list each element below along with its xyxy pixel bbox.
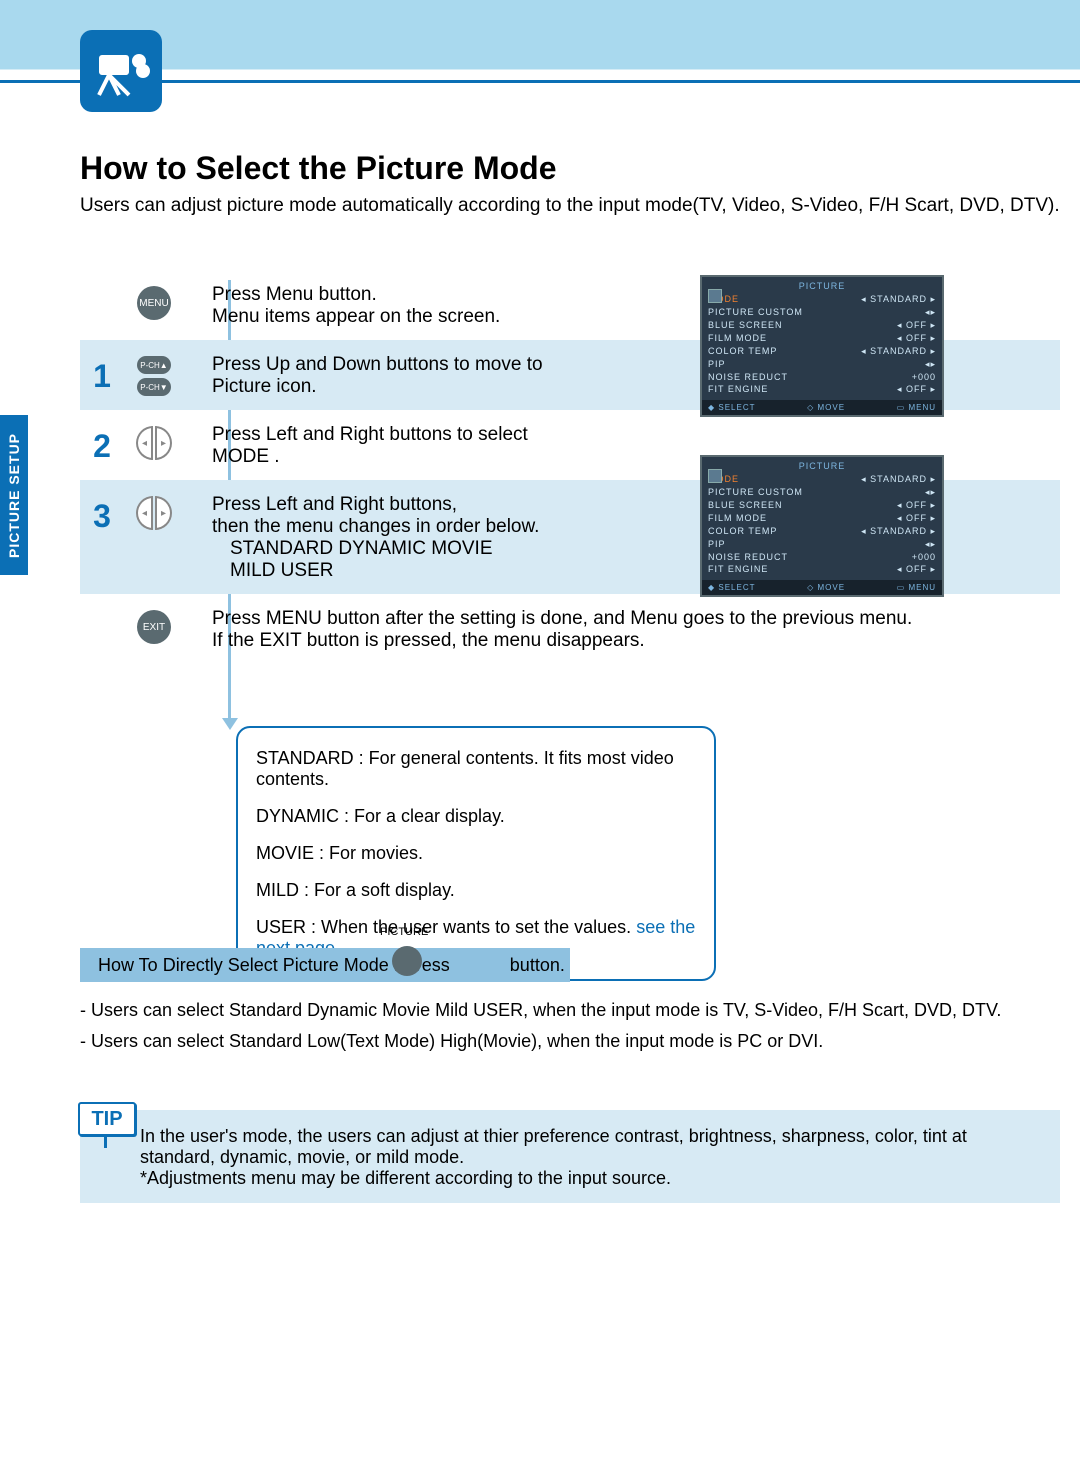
left-right-icon: ◂▸ [136, 496, 172, 530]
left-right-icon: ◂▸ [136, 426, 172, 460]
page-subtitle: Users can adjust picture mode automatica… [80, 195, 1070, 217]
pch-up-icon: P-CH▲ [137, 356, 171, 374]
desc-standard: STANDARD : For general contents. It fits… [256, 748, 696, 790]
side-tab-picture-setup: PICTURE SETUP [0, 415, 28, 575]
camera-icon [80, 30, 162, 112]
osd-panel-2: PICTUREMODE◂ STANDARD ▸PICTURE CUSTOM◂▸B… [700, 455, 944, 597]
desc-dynamic: DYNAMIC : For a clear display. [256, 806, 696, 827]
mode-description-box: STANDARD : For general contents. It fits… [236, 726, 716, 981]
step-2-text1: Press Left and Right buttons to select [212, 424, 1060, 446]
picture-button-label: PICTURE [380, 926, 428, 938]
pch-down-icon: P-CH▼ [137, 378, 171, 396]
step-3-number: 3 [80, 492, 124, 535]
tip-badge-stem [104, 1136, 107, 1148]
desc-movie: MOVIE : For movies. [256, 843, 696, 864]
direct-text-b: button. [510, 955, 565, 976]
step-exit-text2: If the EXIT button is pressed, the menu … [212, 630, 1060, 652]
step-1-number: 1 [80, 352, 124, 395]
desc-mild: MILD : For a soft display. [256, 880, 696, 901]
step-2-number: 2 [80, 422, 124, 465]
desc-user: USER : When the user wants to set the va… [256, 917, 636, 937]
tip-block: In the user's mode, the users can adjust… [80, 1110, 1060, 1203]
direct-select-bar: PICTURE How To Directly Select Picture M… [80, 948, 1060, 982]
flow-arrow-icon [222, 718, 238, 730]
direct-select-band: How To Directly Select Picture Mode : Pr… [80, 948, 570, 982]
osd-panel-1: PICTUREMODE◂ STANDARD ▸PICTURE CUSTOM◂▸B… [700, 275, 944, 417]
header-rule [0, 80, 1080, 83]
menu-button-icon: MENU [137, 286, 171, 320]
note-1: - Users can select Standard Dynamic Movi… [92, 1000, 1060, 1021]
tip-line-1: In the user's mode, the users can adjust… [140, 1126, 1046, 1168]
step-exit-text1: Press MENU button after the setting is d… [212, 608, 1060, 630]
exit-button-icon: EXIT [137, 610, 171, 644]
tip-badge: TIP [78, 1102, 136, 1136]
page-title: How to Select the Picture Mode [80, 150, 557, 187]
picture-button-icon [392, 946, 422, 976]
header-banner [0, 0, 1080, 120]
step-exit: EXIT Press MENU button after the setting… [80, 594, 1060, 664]
note-2: - Users can select Standard Low(Text Mod… [92, 1031, 1060, 1052]
tip-line-2: *Adjustments menu may be different accor… [140, 1168, 1046, 1189]
notes: - Users can select Standard Dynamic Movi… [80, 990, 1060, 1062]
